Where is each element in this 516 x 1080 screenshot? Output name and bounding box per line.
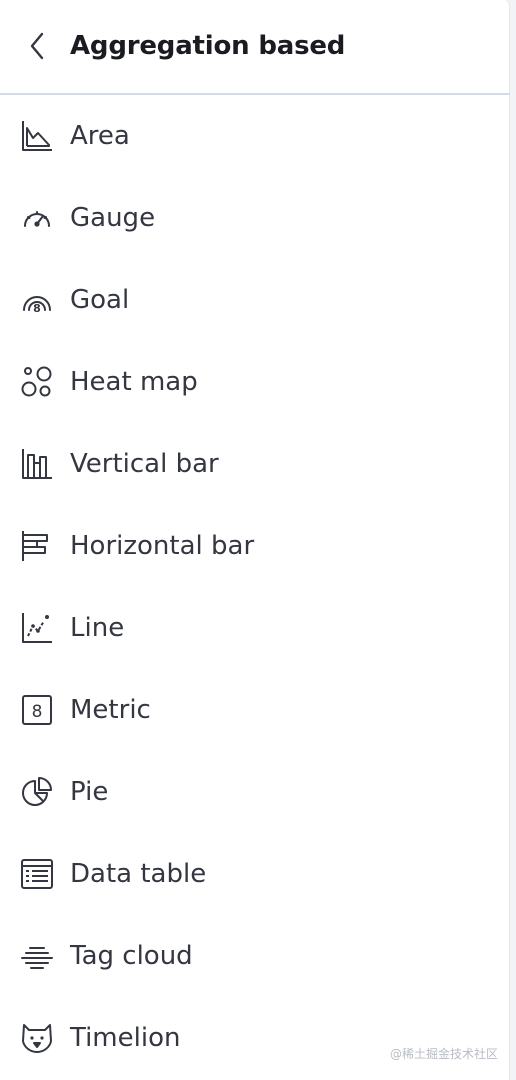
list-item-label: Pie <box>70 777 109 807</box>
tag-cloud-icon <box>20 939 54 973</box>
visualization-type-list: Area Gauge 8 Goal Heat map Vertical bar … <box>0 95 510 1079</box>
list-item-label: Area <box>70 121 130 151</box>
pie-chart-icon <box>20 775 54 809</box>
page-title: Aggregation based <box>70 31 346 61</box>
line-chart-icon <box>20 611 54 645</box>
list-item-label: Vertical bar <box>70 449 219 479</box>
list-item-label: Horizontal bar <box>70 531 255 561</box>
goal-icon: 8 <box>20 283 54 317</box>
back-button[interactable] <box>24 30 52 62</box>
list-item-pie[interactable]: Pie <box>0 751 510 833</box>
visualization-type-panel: Aggregation based Area Gauge 8 Goal Heat… <box>0 0 510 1080</box>
heat-map-icon <box>20 365 54 399</box>
list-item-label: Metric <box>70 695 151 725</box>
svg-text:8: 8 <box>33 302 41 315</box>
panel-header: Aggregation based <box>0 0 510 95</box>
metric-icon: 8 <box>20 693 54 727</box>
list-item-line[interactable]: Line <box>0 587 510 669</box>
gauge-icon <box>20 201 54 235</box>
list-item-label: Gauge <box>70 203 156 233</box>
list-item-label: Timelion <box>70 1023 181 1053</box>
list-item-metric[interactable]: 8 Metric <box>0 669 510 751</box>
watermark: @稀土掘金技术社区 <box>389 1047 498 1061</box>
list-item-label: Goal <box>70 285 130 315</box>
list-item-label: Data table <box>70 859 207 889</box>
list-item-label: Tag cloud <box>70 941 193 971</box>
chevron-left-icon <box>30 32 44 60</box>
list-item-goal[interactable]: 8 Goal <box>0 259 510 341</box>
list-item-tag-cloud[interactable]: Tag cloud <box>0 915 510 997</box>
horizontal-bar-icon <box>20 529 54 563</box>
list-item-label: Line <box>70 613 125 643</box>
list-item-vertical-bar[interactable]: Vertical bar <box>0 423 510 505</box>
list-item-heat-map[interactable]: Heat map <box>0 341 510 423</box>
vertical-bar-icon <box>20 447 54 481</box>
svg-text:8: 8 <box>32 702 43 722</box>
list-item-label: Heat map <box>70 367 198 397</box>
list-item-data-table[interactable]: Data table <box>0 833 510 915</box>
list-item-gauge[interactable]: Gauge <box>0 177 510 259</box>
data-table-icon <box>20 857 54 891</box>
timelion-icon <box>20 1021 54 1055</box>
list-item-area[interactable]: Area <box>0 95 510 177</box>
list-item-timelion[interactable]: Timelion <box>0 997 510 1079</box>
area-chart-icon <box>20 119 54 153</box>
list-item-horizontal-bar[interactable]: Horizontal bar <box>0 505 510 587</box>
